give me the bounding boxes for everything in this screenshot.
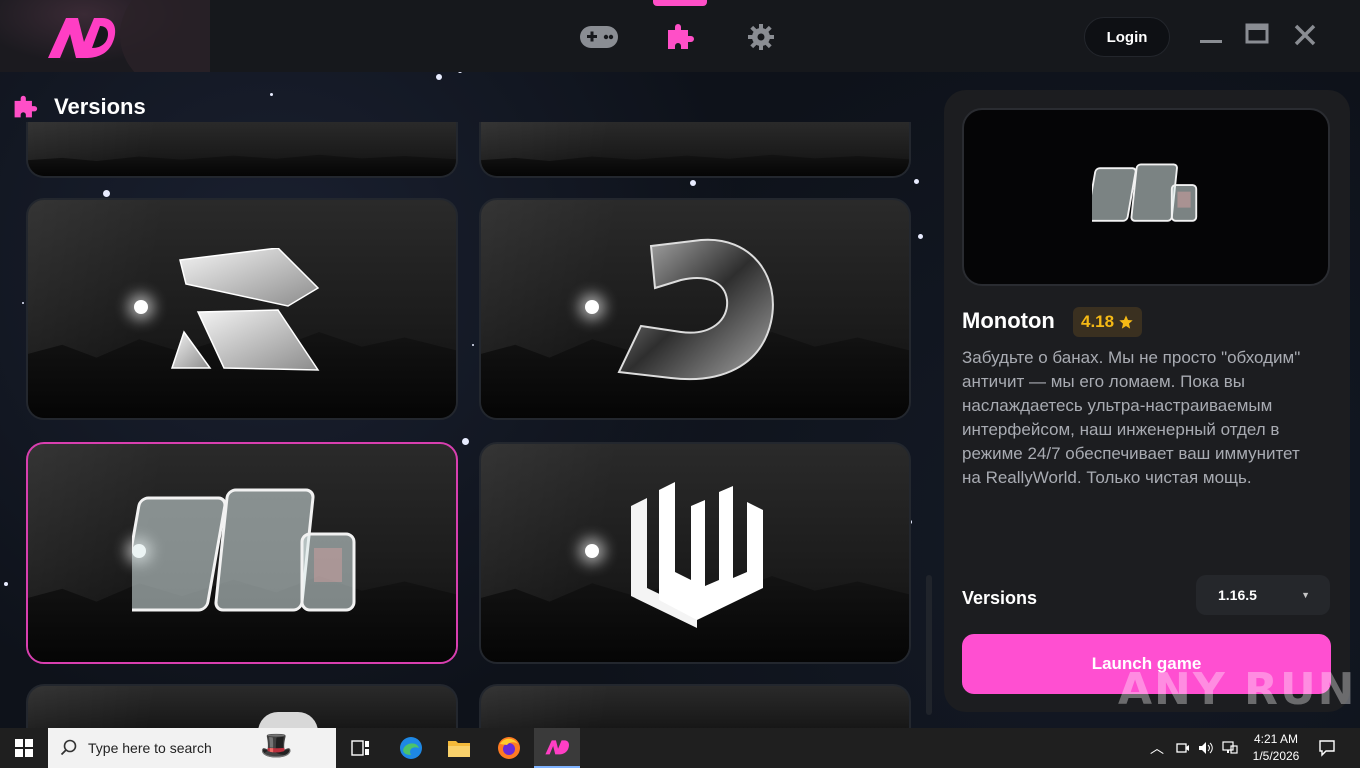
watermark: ANY RUN — [1118, 663, 1357, 715]
version-card-monoton[interactable] — [26, 442, 458, 664]
watermark-text: ANY RUN — [1118, 663, 1357, 715]
game-description: Забудьте о банах. Мы не просто "обходим"… — [962, 348, 1301, 487]
close-icon[interactable] — [1292, 22, 1318, 48]
versions-header: Versions — [12, 92, 146, 122]
puzzle-icon[interactable] — [664, 22, 696, 52]
glass-blocks-logo — [132, 488, 356, 612]
maximize-icon[interactable] — [1245, 22, 1271, 48]
rating-badge: 4.18 — [1073, 307, 1143, 337]
versions-title: Versions — [54, 94, 146, 119]
chevron-down-icon: ▼ — [1301, 590, 1310, 600]
version-card-d[interactable] — [479, 198, 911, 420]
version-select-value: 1.16.5 — [1218, 587, 1257, 603]
meet-now-icon[interactable] — [1176, 741, 1190, 755]
logo-area — [0, 0, 210, 72]
versions-label: Versions — [962, 588, 1038, 608]
game-name: Monoton — [962, 308, 1055, 333]
edge-icon[interactable] — [388, 728, 434, 768]
gamepad-icon[interactable] — [578, 22, 620, 52]
taskbar-search[interactable]: Type here to search 🎩 — [48, 728, 336, 768]
taskbar-clock[interactable]: 4:21 AM 1/5/2026 — [1244, 731, 1308, 765]
system-tray: ︿ — [1150, 728, 1238, 768]
version-card-lw[interactable] — [479, 442, 911, 664]
white-lw-logo — [631, 482, 763, 628]
network-icon[interactable] — [1222, 741, 1238, 755]
search-icon — [60, 739, 77, 756]
volume-icon[interactable] — [1198, 741, 1214, 755]
star-icon — [1119, 315, 1133, 329]
active-tab-indicator — [653, 0, 707, 6]
firefox-icon[interactable] — [486, 728, 532, 768]
gear-icon[interactable] — [746, 22, 776, 52]
version-card[interactable] — [479, 122, 911, 178]
windows-start-button[interactable] — [0, 728, 48, 768]
windows-icon — [15, 739, 33, 757]
puzzle-icon — [14, 95, 38, 118]
notification-icon[interactable] — [1318, 739, 1336, 757]
launcher-taskbar-icon[interactable] — [534, 728, 580, 768]
chrome-d-logo — [617, 238, 774, 380]
taskbar: Type here to search 🎩 ︿ 4:21 AM 1/5/2026 — [0, 728, 1360, 768]
search-placeholder: Type here to search — [88, 740, 212, 756]
version-card-r[interactable] — [26, 198, 458, 420]
minimize-icon[interactable] — [1198, 22, 1224, 48]
chevron-up-icon[interactable]: ︿ — [1150, 738, 1164, 758]
app-logo — [48, 18, 116, 58]
crystal-r-logo — [170, 248, 320, 371]
clock-time: 4:21 AM — [1253, 732, 1299, 746]
version-select[interactable]: 1.16.5 ▼ — [1196, 575, 1330, 615]
clock-date: 1/5/2026 — [1252, 749, 1300, 763]
login-button[interactable]: Login — [1084, 17, 1170, 57]
task-view-icon[interactable] — [338, 728, 384, 768]
top-bar: Login — [0, 0, 1360, 72]
search-highlight-icon: 🎩 — [260, 730, 293, 760]
version-card[interactable] — [26, 122, 458, 178]
file-explorer-icon[interactable] — [436, 728, 482, 768]
preview-image — [962, 108, 1330, 286]
scrollbar-thumb[interactable] — [926, 575, 932, 715]
rating-value: 4.18 — [1081, 312, 1115, 331]
